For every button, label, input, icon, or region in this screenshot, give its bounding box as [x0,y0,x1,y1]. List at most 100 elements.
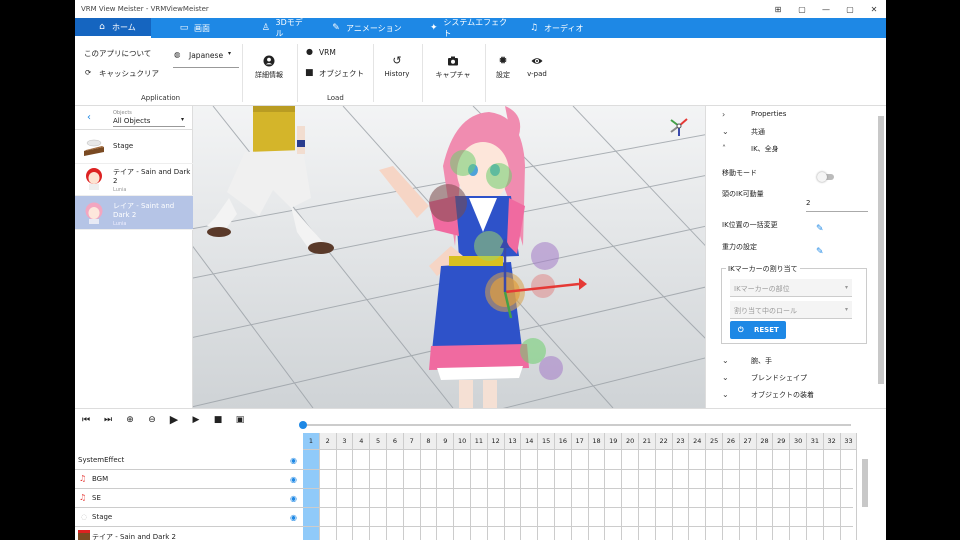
music-note-icon: ♫ [79,493,87,502]
back-arrow-icon[interactable]: ‹ [87,112,91,123]
frame-column[interactable]: 27 [739,433,757,540]
keyframe-list-icon[interactable]: ▣ [234,414,246,426]
visibility-eye-icon[interactable]: ◉ [290,494,297,503]
3d-viewport[interactable] [193,106,705,408]
tab-system-effect[interactable]: ✦ システムエフェクト [411,18,511,38]
frame-column[interactable]: 20 [622,433,639,540]
frame-column[interactable]: 4 [353,433,371,540]
edit-pencil-icon[interactable]: ✎ [816,247,824,257]
visibility-eye-icon[interactable]: ◉ [290,513,297,522]
frame-number: 24 [689,433,706,450]
skip-end-icon[interactable]: ⏭ [102,414,114,426]
frame-column[interactable]: 17 [571,433,589,540]
frame-column[interactable]: 12 [487,433,505,540]
object-item-leia[interactable]: レイア - Saint and Dark 2 Lunia [75,196,193,230]
timeline-slider[interactable] [299,421,851,429]
frame-column[interactable]: 25 [706,433,723,540]
track-systemeffect[interactable]: SystemEffect ◉ [75,451,303,470]
frame-number: 28 [756,433,773,450]
head-ik-label: 頭のIK可動量 [722,190,764,198]
chevron-down-icon: ⌄ [722,127,729,136]
play-circle-icon[interactable]: ▶ [168,414,180,426]
about-button[interactable]: このアプリについて [84,48,151,59]
visibility-eye-icon[interactable]: ◉ [290,456,297,465]
object-item-teia[interactable]: テイア - Sain and Dark 2 Lunia [75,162,193,196]
frame-number: 20 [622,433,638,450]
object-item-stage[interactable]: Stage [75,130,193,164]
stop-icon[interactable]: ■ [212,414,224,426]
objects-filter-select[interactable]: All Objects ▾ [113,116,185,127]
close-button[interactable]: ✕ [862,5,886,14]
object-load-button[interactable]: オブジェクト [319,68,364,79]
minimize-button[interactable]: — [814,5,838,14]
animation-icon: ✎ [332,23,340,33]
visibility-eye-icon[interactable]: ◉ [290,475,297,484]
frame-column[interactable]: 2 [319,433,337,540]
play-icon[interactable]: ▶ [190,414,202,426]
track-stage[interactable]: ◌ Stage ◉ [75,508,303,527]
frame-column[interactable]: 31 [807,433,824,540]
settings-button[interactable]: ✹ 設定 [491,55,515,80]
chevron-right-icon: › [722,110,726,119]
frame-column[interactable]: 23 [672,433,690,540]
frame-column[interactable]: 10 [454,433,471,540]
frame-column[interactable]: 11 [471,433,488,540]
frame-column[interactable]: 9 [437,433,455,540]
frame-column[interactable]: 32 [823,433,841,540]
tab-animation[interactable]: ✎ アニメーション [309,18,411,38]
capture-button[interactable]: キャプチャ [430,55,476,80]
home-icon: ⌂ [99,22,105,32]
tab-3d-model[interactable]: ♙ 3Dモデル [233,18,309,38]
vpad-button[interactable]: v-pad [523,55,551,78]
frame-column[interactable]: 7 [403,433,421,540]
frame-column[interactable]: 15 [538,433,555,540]
slider-thumb[interactable] [299,421,307,429]
tab-screen[interactable]: ▭ 画面 [151,18,233,38]
frame-column[interactable]: 3 [336,433,354,540]
snap-icon[interactable]: ⊞ [766,5,790,14]
language-select[interactable]: ◍ Japanese ▾ [173,48,239,68]
frame-column[interactable]: 8 [420,433,438,540]
ik-role-select[interactable]: 割り当て中のロール ▾ [730,301,852,319]
move-mode-toggle[interactable] [817,172,834,182]
frame-column[interactable]: 26 [723,433,740,540]
frame-column[interactable]: 13 [504,433,522,540]
zoom-in-icon[interactable]: ⊕ [124,414,136,426]
frame-column[interactable]: 19 [605,433,623,540]
reset-button[interactable]: ⏻ RESET [730,321,786,339]
frame-column[interactable]: 6 [387,433,404,540]
frame-column[interactable]: 33 [840,433,858,540]
details-button[interactable]: 詳細情報 [251,55,287,80]
track-teia[interactable]: テイア - Sain and Dark 2 [75,527,303,540]
track-se[interactable]: ♫ SE ◉ [75,489,303,508]
skip-start-icon[interactable]: ⏮ [80,414,92,426]
frame-column[interactable]: 21 [639,433,656,540]
frame-column[interactable]: 1 [303,433,320,540]
vrm-load-button[interactable]: VRM [319,48,336,57]
frame-column[interactable]: 18 [588,433,606,540]
tab-audio[interactable]: ♫ オーディオ [511,18,601,38]
tab-home[interactable]: ⌂ ホーム [75,18,151,38]
ribbon-divider [242,44,243,102]
maximize-button[interactable]: ▢ [838,5,862,14]
frame-column[interactable]: 5 [370,433,387,540]
restore-icon[interactable]: ▢ [790,5,814,14]
clear-cache-button[interactable]: キャッシュクリア [99,68,159,79]
head-ik-input[interactable]: 2 [806,198,868,212]
frame-column[interactable]: 30 [790,433,807,540]
frame-column[interactable]: 14 [521,433,539,540]
edit-pencil-icon[interactable]: ✎ [816,224,824,234]
ik-marker-part-select[interactable]: IKマーカーの部位 ▾ [730,279,852,297]
track-bgm[interactable]: ♫ BGM ◉ [75,470,303,489]
zoom-out-icon[interactable]: ⊖ [146,414,158,426]
timeline-grid: 1 2 3 4 5 6 7 8 9 10 11 12 13 14 15 16 17 18 19 20 21 22 23 24 2… [75,433,868,540]
load-group-label: Load [327,94,344,102]
frame-column[interactable]: 29 [773,433,791,540]
frame-column[interactable]: 16 [555,433,572,540]
frame-column[interactable]: 28 [756,433,774,540]
timeline-scrollbar[interactable] [862,459,868,507]
frame-column[interactable]: 22 [655,433,673,540]
properties-scrollbar[interactable] [878,116,884,384]
history-button[interactable]: ↺ History [379,55,415,79]
frame-column[interactable]: 24 [689,433,707,540]
